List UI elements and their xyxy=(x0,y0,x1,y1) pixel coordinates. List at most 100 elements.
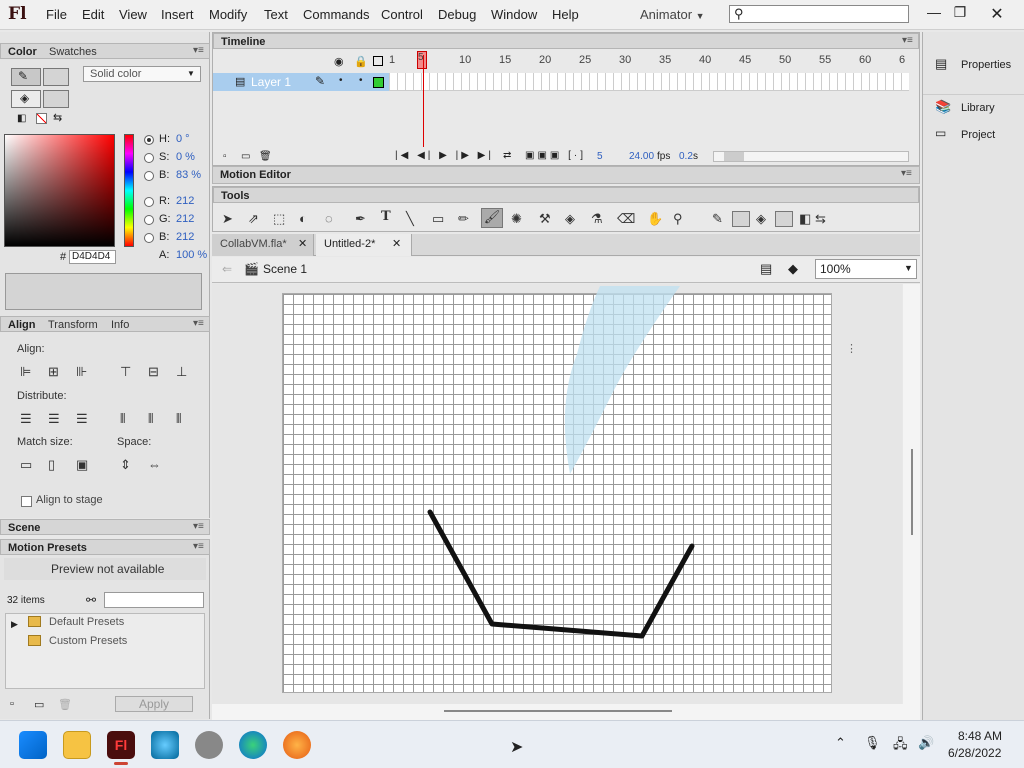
hand-tool-icon[interactable]: ✋ xyxy=(647,211,663,227)
green-value[interactable]: 212 xyxy=(176,213,194,225)
lock-dot-icon[interactable]: • xyxy=(359,75,363,86)
firefox-browser-icon[interactable] xyxy=(283,731,311,759)
restore-button[interactable]: ❐ xyxy=(948,4,972,21)
alpha-value[interactable]: 100 % xyxy=(176,249,207,261)
settings-gear-icon[interactable] xyxy=(195,731,223,759)
zoom-select[interactable]: 100% ▼ xyxy=(815,259,917,279)
swap-colors-icon[interactable]: ⇆ xyxy=(53,111,62,124)
library-item[interactable]: 📚 Library xyxy=(923,94,1024,118)
edge-browser-icon[interactable] xyxy=(239,731,267,759)
align-vertical-center-icon[interactable]: ⊟ xyxy=(148,364,159,380)
horizontal-scrollbar[interactable] xyxy=(212,704,920,720)
menu-insert[interactable]: Insert xyxy=(161,7,194,22)
apply-button[interactable]: Apply xyxy=(115,696,193,712)
distribute-top-icon[interactable]: ☰ xyxy=(20,411,32,427)
fps-value[interactable]: 24.00 xyxy=(629,151,654,162)
stroke-color-box[interactable] xyxy=(43,68,69,86)
pencil-tool-icon[interactable]: ✏ xyxy=(458,211,469,227)
motion-presets-title[interactable]: Motion Presets xyxy=(8,542,87,554)
delete-icon[interactable]: 🗑 xyxy=(58,698,72,711)
panel-menu-icon[interactable]: ▾≡ xyxy=(193,45,204,56)
text-tool-icon[interactable]: T xyxy=(381,209,391,224)
blue-value[interactable]: 212 xyxy=(176,231,194,243)
distribute-left-icon[interactable]: ⫴ xyxy=(120,411,125,427)
blue-brush-stroke[interactable] xyxy=(564,286,680,474)
deco-tool-icon[interactable]: ✺ xyxy=(511,211,522,227)
match-height-icon[interactable]: ▯ xyxy=(48,457,55,473)
distribute-vcenter-icon[interactable]: ☰ xyxy=(48,411,60,427)
green-radio[interactable] xyxy=(144,215,154,225)
back-arrow-icon[interactable]: ⇐ xyxy=(222,262,232,276)
distribute-bottom-icon[interactable]: ☰ xyxy=(76,411,88,427)
tab-transform[interactable]: Transform xyxy=(48,319,98,331)
tools-title[interactable]: Tools xyxy=(221,190,250,202)
eye-icon[interactable]: ◉ xyxy=(334,55,344,68)
layer-row[interactable]: ▤ Layer 1 ✎ • • xyxy=(213,73,389,91)
stroke-color-chip[interactable] xyxy=(732,211,750,227)
match-width-icon[interactable]: ▭ xyxy=(20,457,32,473)
panel-menu-icon[interactable]: ▾≡ xyxy=(901,168,912,179)
space-evenly-horizontal-icon[interactable]: ⇔ xyxy=(148,457,161,472)
menu-window[interactable]: Window xyxy=(491,7,537,22)
close-tab-icon[interactable]: ✕ xyxy=(298,237,307,250)
default-colors-icon[interactable]: ◧ xyxy=(17,113,26,124)
minimize-button[interactable]: — xyxy=(922,4,946,20)
panel-menu-icon[interactable]: ▾≡ xyxy=(902,35,913,46)
fill-color-icon[interactable]: ◈ xyxy=(756,211,766,227)
timeline-scrollbar[interactable] xyxy=(713,151,909,162)
network-icon[interactable]: 🖧 xyxy=(893,735,908,757)
help-search-input[interactable]: ⚲ xyxy=(729,5,909,23)
fill-color-chip[interactable] xyxy=(775,211,793,227)
hue-radio[interactable] xyxy=(144,135,154,145)
preset-folder-default[interactable]: Default Presets xyxy=(49,616,124,628)
stroke-color-icon[interactable]: ✎ xyxy=(712,211,723,227)
timeline-scroll-thumb[interactable] xyxy=(724,152,744,161)
paint-bucket-tool-icon[interactable]: ◈ xyxy=(565,211,575,227)
zoom-tool-icon[interactable]: ⚲ xyxy=(673,211,683,227)
3d-rotation-tool-icon[interactable]: ◐ xyxy=(299,211,307,226)
vertical-scrollbar[interactable] xyxy=(903,284,920,704)
close-tab-icon[interactable]: ✕ xyxy=(392,237,401,250)
saturation-radio[interactable] xyxy=(144,153,154,163)
frame-ruler[interactable]: 1 5 10 15 20 25 30 35 40 45 50 55 60 6 xyxy=(389,51,909,69)
preset-search-input[interactable] xyxy=(104,592,204,608)
color-picker-field[interactable] xyxy=(4,134,115,247)
hex-input[interactable]: D4D4D4 xyxy=(69,250,116,264)
menu-file[interactable]: File xyxy=(46,7,67,22)
fill-type-select[interactable]: Solid color ▼ xyxy=(83,66,201,82)
delete-layer-icon[interactable]: 🗑 xyxy=(259,151,272,162)
menu-text[interactable]: Text xyxy=(264,7,288,22)
swap-colors-icon[interactable]: ⇆ xyxy=(815,211,826,227)
brush-tool-icon[interactable]: 🖌 xyxy=(481,208,503,228)
timeline-title[interactable]: Timeline xyxy=(221,36,265,48)
microphone-icon[interactable]: 🎙 xyxy=(864,735,881,751)
visibility-dot-icon[interactable]: • xyxy=(339,75,343,86)
red-value[interactable]: 212 xyxy=(176,195,194,207)
line-tool-icon[interactable]: ╲ xyxy=(406,211,414,227)
outline-icon[interactable] xyxy=(373,56,383,66)
clock-time[interactable]: 8:48 AM xyxy=(958,729,1002,743)
fill-color-box[interactable] xyxy=(43,90,69,108)
horizontal-scroll-thumb[interactable] xyxy=(444,710,672,712)
close-button[interactable]: ✕ xyxy=(985,4,1009,24)
loop-icon[interactable]: ⇄ xyxy=(503,150,511,161)
align-horizontal-center-icon[interactable]: ⊞ xyxy=(48,364,59,380)
bone-tool-icon[interactable]: ⚒ xyxy=(539,211,551,227)
properties-item[interactable]: ▤ Properties xyxy=(923,52,1024,78)
menu-edit[interactable]: Edit xyxy=(82,7,104,22)
eyedropper-tool-icon[interactable]: ⚗ xyxy=(591,211,603,227)
doc-tab-untitled[interactable]: Untitled-2* ✕ xyxy=(316,234,412,256)
align-left-icon[interactable]: ⊫ xyxy=(20,364,31,380)
playhead-marker[interactable]: 5 xyxy=(417,51,427,69)
subselection-tool-icon[interactable]: ⇗ xyxy=(248,211,259,227)
align-to-stage-checkbox[interactable] xyxy=(21,496,32,507)
stroke-color-swatch[interactable]: ✎ xyxy=(11,68,41,86)
preset-folder-custom[interactable]: Custom Presets xyxy=(49,635,127,647)
brightness-value[interactable]: 83 % xyxy=(176,169,201,181)
project-item[interactable]: ▭ Project xyxy=(923,124,1024,148)
panel-menu-icon[interactable]: ▾≡ xyxy=(193,521,204,532)
align-bottom-icon[interactable]: ⊥ xyxy=(176,364,187,380)
lock-icon[interactable]: 🔒 xyxy=(354,55,368,68)
workspace-switcher[interactable]: Animator ▼ xyxy=(640,7,705,22)
clock-date[interactable]: 6/28/2022 xyxy=(948,746,1001,760)
